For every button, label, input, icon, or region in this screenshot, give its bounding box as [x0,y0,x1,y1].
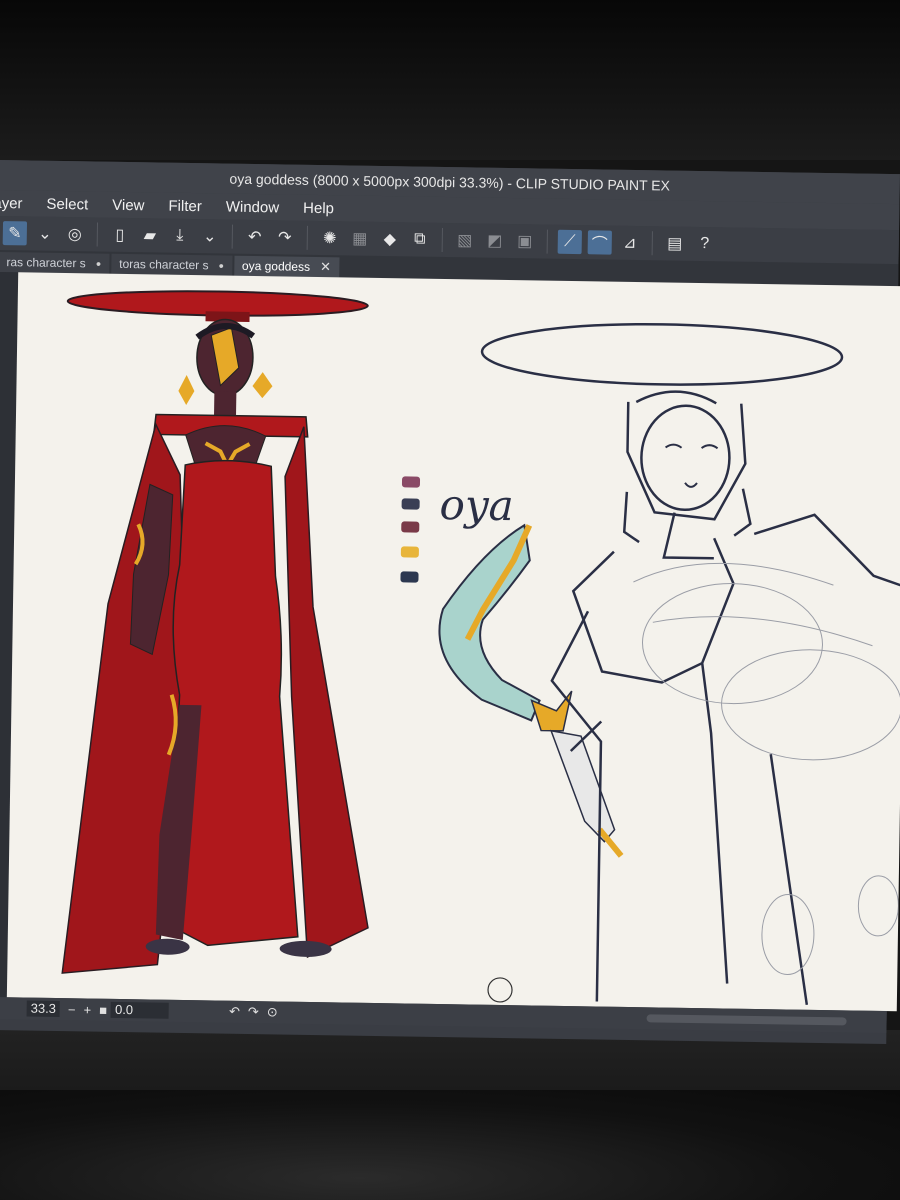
toolbar-divider [651,231,653,256]
tab-oya-goddess[interactable]: oya goddess ✕ [233,255,340,278]
rotate-right-icon[interactable]: ↷ [248,1004,259,1020]
toolbar-divider [546,229,548,254]
stop-icon[interactable]: ■ [99,1002,107,1017]
app-window: oya goddess (8000 x 5000px 300dpi 33.3%)… [0,160,900,1045]
rotate-left-icon[interactable]: ↶ [229,1004,240,1020]
unsaved-dot-icon: ● [218,260,225,271]
redo-icon[interactable]: ↷ [273,225,297,249]
photo-background-top [0,0,900,160]
selection-grid-icon[interactable]: ▦ [348,226,372,250]
ruler-icon[interactable]: ⟋ [557,229,582,255]
fill-icon[interactable]: ◆ [378,227,402,251]
tab-label: ras character s [6,255,86,271]
crop-icon[interactable]: ▣ [513,229,537,253]
tab-label: toras character s [119,256,209,273]
reset-rotation-icon[interactable]: ⊙ [267,1004,278,1020]
palette-swatch [401,498,420,510]
palette-swatch [401,521,420,533]
color-palette [400,476,421,583]
toolbar-divider [441,227,443,252]
toolbar-divider [96,222,99,247]
colored-character-figure [61,290,369,974]
drawing-canvas[interactable]: oya [6,272,900,1012]
sword-drawing [438,523,624,858]
toolbar-divider [306,225,309,250]
help-icon[interactable]: ? [693,232,717,256]
pen-icon[interactable]: ✎ [2,221,28,246]
menu-help[interactable]: Help [291,199,346,217]
chevron-down-icon[interactable]: ⌄ [33,222,57,246]
palette-swatch [401,476,421,488]
transform-icon[interactable]: ⧉ [408,227,432,251]
zoom-in-button[interactable]: + [83,1002,91,1017]
device-icon[interactable]: ▤ [663,231,687,255]
photo-background-shadow [0,1090,900,1200]
rotation-field[interactable]: 0.0 [110,1001,170,1019]
sketch-character-figure [480,323,900,1005]
ruler-edit-icon[interactable]: ⊿ [618,231,642,255]
open-folder-icon[interactable]: ▰ [138,223,162,247]
tab-label: oya goddess [241,258,311,274]
zoom-out-button[interactable]: − [68,1002,76,1017]
menu-filter[interactable]: Filter [156,197,214,215]
invert-selection-icon[interactable]: ◩ [483,229,507,253]
toolbar-divider [231,224,234,249]
menu-window[interactable]: Window [214,198,292,216]
tab-character-sheet-1[interactable]: ras character s ● [0,251,110,274]
clear-selection-icon[interactable]: ▧ [453,228,477,252]
undo-icon[interactable]: ↶ [243,225,267,249]
sketch-construction-lines [633,562,900,975]
tab-character-sheet-2[interactable]: toras character s ● [111,253,233,276]
close-tab-icon[interactable]: ✕ [320,257,331,277]
chevron-down-icon[interactable]: ⌄ [198,224,222,248]
brush-cursor-icon [487,977,513,1003]
selection-burst-icon[interactable]: ✺ [318,226,342,250]
ruler-curve-icon[interactable]: ⌒ [587,230,612,255]
save-icon[interactable]: ⤓ [168,224,192,248]
menu-layer[interactable]: ayer [0,194,35,212]
handwritten-label: oya [439,480,514,530]
zoom-field[interactable]: 33.3 [26,1000,61,1018]
unsaved-dot-icon: ● [95,258,102,269]
menu-select[interactable]: Select [34,195,100,213]
lasso-icon[interactable]: ◎ [63,222,87,246]
palette-swatch [400,571,419,583]
new-file-icon[interactable]: ▯ [108,223,132,247]
horizontal-scrollbar[interactable] [646,1014,847,1026]
palette-swatch [400,546,419,558]
menu-view[interactable]: View [100,196,157,214]
